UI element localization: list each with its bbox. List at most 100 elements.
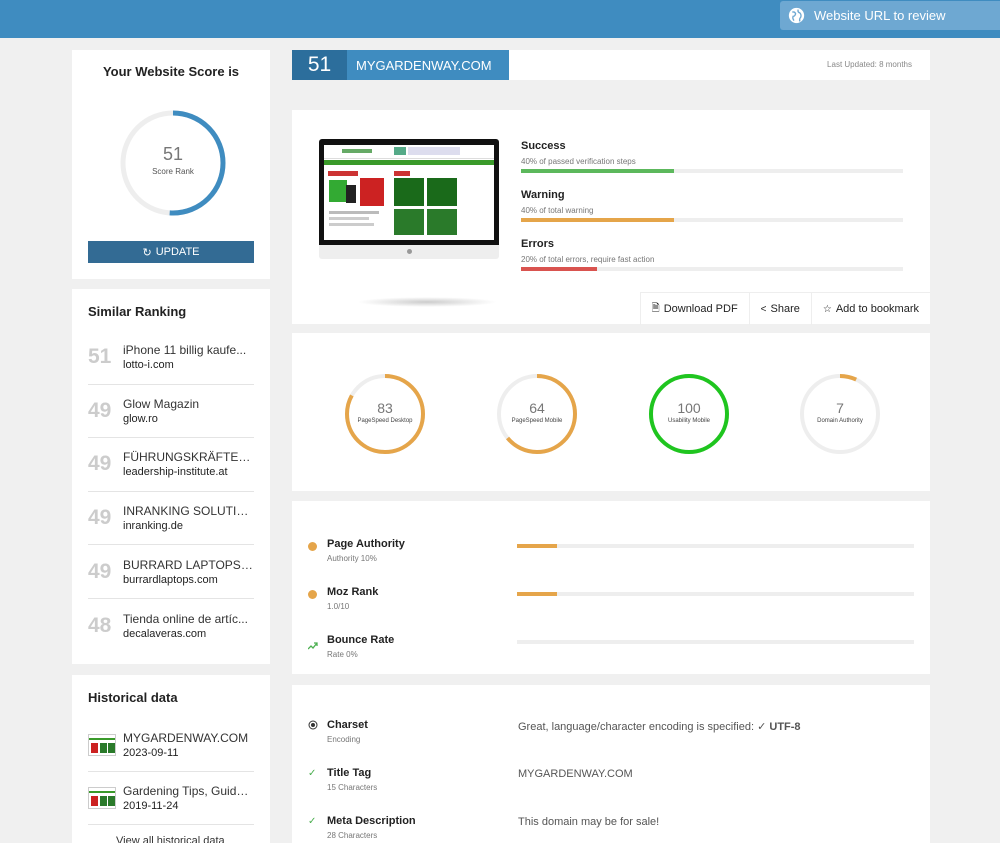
pdf-icon: 🗎 (651, 302, 660, 314)
similar-item[interactable]: 49 Glow Magazin glow.ro (88, 385, 254, 439)
metric-row: Page Authority Authority 10% (308, 538, 914, 574)
seo-check-subtitle: Encoding (327, 735, 361, 744)
seo-check-value: MYGARDENWAY.COM (518, 768, 633, 780)
pagespeed-gauge: 64 PageSpeed Mobile (496, 373, 578, 455)
check-progress-track (521, 267, 903, 271)
gauge-value: 83 (377, 400, 393, 416)
refresh-icon: ↻ (142, 246, 152, 259)
similar-item-domain: inranking.de (123, 520, 183, 533)
orange-dot-icon (308, 590, 317, 599)
similar-item-domain: glow.ro (123, 412, 158, 425)
historical-list: MYGARDENWAY.COM 2023-09-11 Gardening Tips,… (88, 719, 254, 825)
similar-item-text: iPhone 11 billig kaufe... lotto-i.com (123, 343, 253, 371)
similar-item-text: BURRARD LAPTOPS: ... burrardlaptops.com (123, 558, 253, 586)
orange-dot-icon (308, 542, 317, 551)
similar-item-score: 49 (88, 506, 112, 530)
check-progress-fill (521, 169, 674, 173)
metric-title: Bounce Rate (327, 634, 395, 646)
similar-item[interactable]: 49 FÜHRUNGSKRÄFTE C... leadership-institut… (88, 438, 254, 492)
check-description: 20% of total errors, require fast action (521, 255, 655, 264)
trend-up-icon (307, 638, 318, 650)
check-progress-fill (521, 267, 598, 271)
similar-item-name: BURRARD LAPTOPS: ... (123, 557, 253, 572)
metric-title: Moz Rank (327, 586, 379, 598)
share-button[interactable]: < Share (748, 293, 811, 325)
metric-progress-track (517, 640, 914, 644)
similar-item-score: 49 (88, 398, 112, 422)
similar-item-domain: leadership-institute.at (123, 466, 228, 479)
check-icon: ✓ (757, 721, 770, 733)
pagespeed-gauge: 100 Usability Mobile (648, 373, 730, 455)
update-label: UPDATE (155, 246, 200, 258)
seo-checks-card: Charset Encoding Great, language/character… (292, 685, 930, 843)
view-all-historical-link[interactable]: View all historical data (116, 835, 225, 843)
check-title: Success (521, 140, 566, 152)
similar-item-name: FÜHRUNGSKRÄFTE C... (123, 450, 253, 465)
historical-thumbnail (88, 734, 116, 756)
check-description: 40% of total warning (521, 206, 594, 215)
update-button[interactable]: ↻ UPDATE (88, 241, 254, 263)
website-url-placeholder: Website URL to review (814, 8, 946, 23)
historical-item-title: MYGARDENWAY.COM (123, 731, 249, 745)
similar-item-text: Glow Magazin glow.ro (123, 397, 253, 425)
metric-progress-fill (517, 544, 557, 548)
check-row: Warning 40% of total warning (521, 189, 903, 238)
authority-metrics-card: Page Authority Authority 10% Moz Rank 1.0/1… (292, 501, 930, 674)
similar-item-score: 49 (88, 559, 112, 583)
metric-progress-track (517, 544, 914, 548)
similar-item[interactable]: 48 Tienda online de artíc... decalaveras.c… (88, 599, 254, 653)
similar-item-score: 51 (88, 345, 112, 369)
site-screenshot (319, 139, 499, 261)
check-title: Errors (521, 238, 555, 250)
check-icon: ✓ (308, 816, 317, 827)
metric-subtitle: Authority 10% (327, 554, 377, 563)
score-card: Your Website Score is 51 Score Rank ↻ UP… (72, 50, 270, 279)
similar-item-score: 48 (88, 613, 112, 637)
similar-item[interactable]: 51 iPhone 11 billig kaufe... lotto-i.com (88, 331, 254, 385)
check-icon: ✓ (308, 768, 317, 779)
similar-item-score: 49 (88, 452, 112, 476)
metric-subtitle: Rate 0% (327, 650, 358, 659)
globe-icon (788, 7, 805, 24)
bookmark-label: Add to bookmark (835, 303, 919, 315)
gauge-label: PageSpeed Mobile (511, 418, 563, 424)
pagespeed-gauge: 83 PageSpeed Desktop (344, 373, 426, 455)
similar-item-domain: decalaveras.com (123, 627, 207, 640)
seo-check-row: ✓ Meta Description 28 Characters This domai… (308, 815, 914, 843)
similar-item-name: Tienda online de artíc... (123, 611, 248, 626)
similar-item-name: INRANKING SOLUTIO... (123, 504, 253, 519)
similar-item-name: Glow Magazin (123, 396, 200, 411)
gauge-value: 100 (677, 400, 701, 416)
site-score: 51 (292, 50, 347, 80)
download-label: Download PDF (663, 303, 738, 315)
bookmark-button[interactable]: ☆ Add to bookmark (810, 293, 930, 325)
site-header: 51 MYGARDENWAY.COM Last Updated: 8 month… (292, 50, 930, 80)
score-label: Score Rank (152, 167, 194, 176)
metric-row: Bounce Rate Rate 0% (307, 634, 914, 670)
similar-item[interactable]: 49 BURRARD LAPTOPS: ... burrardlaptops.com (88, 545, 254, 599)
pagespeed-gauge: 7 Domain Authority (799, 373, 881, 455)
historical-item[interactable]: MYGARDENWAY.COM 2023-09-11 (88, 719, 254, 772)
similar-item-domain: lotto-i.com (123, 359, 174, 372)
top-bar: Website URL to review (0, 0, 1000, 38)
historical-item[interactable]: Gardening Tips, Guide... 2019-11-24 (88, 772, 254, 825)
download-pdf-button[interactable]: 🗎 Download PDF (639, 293, 749, 325)
website-url-input[interactable]: Website URL to review (780, 1, 1000, 30)
metric-progress-fill (517, 592, 557, 596)
similar-item[interactable]: 49 INRANKING SOLUTIO... inranking.de (88, 492, 254, 546)
gauge-label: PageSpeed Desktop (357, 418, 413, 424)
site-badge: 51 MYGARDENWAY.COM (292, 50, 509, 80)
share-label: Share (770, 303, 800, 315)
historical-item-title: Gardening Tips, Guide... (123, 784, 253, 798)
seo-check-value: This domain may be for sale! (518, 816, 660, 828)
metric-title: Page Authority (327, 538, 405, 550)
similar-item-text: Tienda online de artíc... decalaveras.com (123, 612, 253, 640)
radio-icon (308, 720, 318, 730)
seo-check-title: Charset (327, 719, 368, 731)
metric-row: Moz Rank 1.0/10 (308, 586, 914, 622)
similar-item-domain: burrardlaptops.com (123, 573, 218, 586)
check-row: Errors 20% of total errors, require fast … (521, 238, 903, 287)
action-bar: 🗎 Download PDF < Share ☆ Add to bookmark (639, 292, 930, 325)
gauge-value: 64 (529, 400, 545, 416)
gauge-value: 7 (836, 400, 844, 416)
